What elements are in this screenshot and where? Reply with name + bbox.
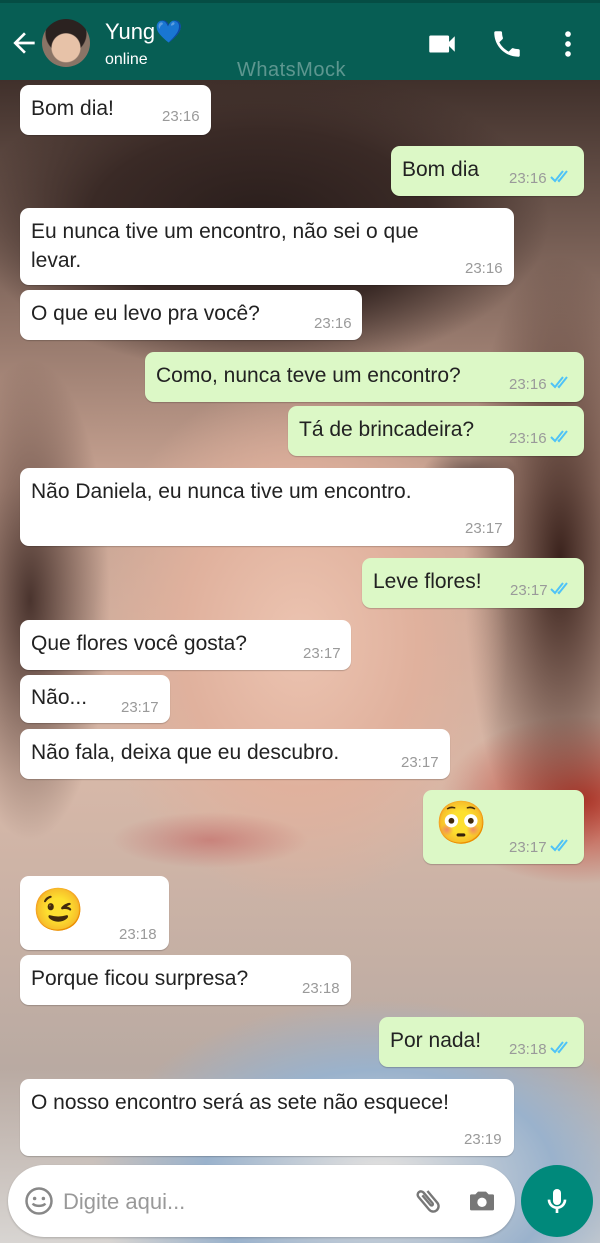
message-text: Não Daniela, eu nunca tive um encontro.	[31, 480, 412, 503]
phone-icon[interactable]	[490, 27, 524, 61]
message-bubble-incoming[interactable]: Bom dia! 23:16	[20, 85, 211, 135]
message-bubble-incoming[interactable]: O nosso encontro será as sete não esquec…	[20, 1079, 514, 1156]
message-time: 23:16	[162, 108, 200, 125]
read-receipt-icon	[550, 839, 568, 852]
message-text: Não...	[31, 686, 88, 709]
message-text: Não fala, deixa que eu descubro.	[31, 741, 340, 764]
message-bubble-outgoing[interactable]: Bom dia 23:16	[391, 146, 584, 196]
message-time: 23:17	[465, 520, 503, 537]
message-text: Bom dia	[402, 158, 480, 181]
video-call-icon[interactable]	[425, 27, 459, 61]
mic-button[interactable]	[521, 1165, 593, 1237]
message-bubble-outgoing[interactable]: Tá de brincadeira? 23:16	[288, 406, 584, 456]
read-receipt-icon	[550, 1041, 568, 1054]
message-bubble-incoming[interactable]: Não fala, deixa que eu descubro. 23:17	[20, 729, 450, 779]
message-bubble-outgoing[interactable]: Por nada! 23:18	[379, 1017, 584, 1067]
message-text: Que flores você gosta?	[31, 632, 247, 655]
attach-icon[interactable]	[412, 1185, 444, 1217]
message-text: Tá de brincadeira?	[299, 418, 475, 441]
message-time: 23:17	[509, 839, 547, 856]
camera-icon[interactable]	[466, 1185, 498, 1217]
contact-name[interactable]: Yung💙	[105, 19, 183, 45]
watermark: WhatsMock	[237, 59, 346, 81]
message-bubble-incoming[interactable]: Não Daniela, eu nunca tive um encontro. …	[20, 468, 514, 546]
winking-face-emoji: 😉	[32, 886, 85, 933]
flushed-face-emoji: 😳	[435, 799, 488, 846]
back-arrow-icon[interactable]	[8, 27, 40, 59]
more-vert-icon[interactable]	[551, 27, 585, 61]
message-bubble-incoming[interactable]: Eu nunca tive um encontro, não sei o que…	[20, 208, 514, 285]
mic-icon	[547, 1189, 567, 1213]
message-time: 23:16	[314, 315, 352, 332]
message-text: Eu nunca tive um encontro, não sei o que…	[31, 220, 419, 272]
contact-status: online	[105, 51, 148, 68]
message-time: 23:16	[509, 170, 547, 187]
message-bubble-incoming[interactable]: Porque ficou surpresa? 23:18	[20, 955, 351, 1005]
message-text: O nosso encontro será as sete não esquec…	[31, 1091, 449, 1114]
chat-header: Yung💙 online WhatsMock	[0, 0, 600, 81]
message-bubble-incoming[interactable]: 😉 23:18	[20, 876, 169, 950]
message-bubble-outgoing[interactable]: Leve flores! 23:17	[362, 558, 584, 608]
message-bubble-outgoing[interactable]: 😳 23:17	[423, 790, 584, 864]
message-time: 23:18	[509, 1041, 547, 1058]
avatar[interactable]	[42, 19, 90, 67]
read-receipt-icon	[550, 376, 568, 389]
read-receipt-icon	[550, 430, 568, 443]
message-time: 23:19	[464, 1131, 502, 1148]
message-time: 23:17	[510, 582, 548, 599]
message-text: Bom dia!	[31, 97, 114, 120]
message-time: 23:18	[302, 980, 340, 997]
message-time: 23:16	[509, 430, 547, 447]
message-text: Por nada!	[390, 1029, 482, 1052]
emoji-icon[interactable]	[24, 1186, 54, 1216]
message-bubble-incoming[interactable]: Que flores você gosta? 23:17	[20, 620, 351, 670]
message-time: 23:17	[303, 645, 341, 662]
message-time: 23:18	[119, 926, 157, 943]
read-receipt-icon	[550, 582, 568, 595]
message-text: Leve flores!	[373, 570, 482, 593]
message-composer[interactable]: Digite aqui...	[8, 1165, 515, 1237]
message-text: O que eu levo pra você?	[31, 302, 260, 325]
message-time: 23:16	[465, 260, 503, 277]
message-bubble-outgoing[interactable]: Como, nunca teve um encontro? 23:16	[145, 352, 584, 402]
message-time: 23:17	[121, 699, 159, 716]
message-time: 23:17	[401, 754, 439, 771]
message-bubble-incoming[interactable]: O que eu levo pra você? 23:16	[20, 290, 362, 340]
read-receipt-icon	[550, 170, 568, 183]
message-input[interactable]: Digite aqui...	[63, 1189, 185, 1215]
message-text: Como, nunca teve um encontro?	[156, 364, 461, 387]
message-time: 23:16	[509, 376, 547, 393]
message-text: Porque ficou surpresa?	[31, 967, 249, 990]
message-bubble-incoming[interactable]: Não... 23:17	[20, 675, 170, 723]
